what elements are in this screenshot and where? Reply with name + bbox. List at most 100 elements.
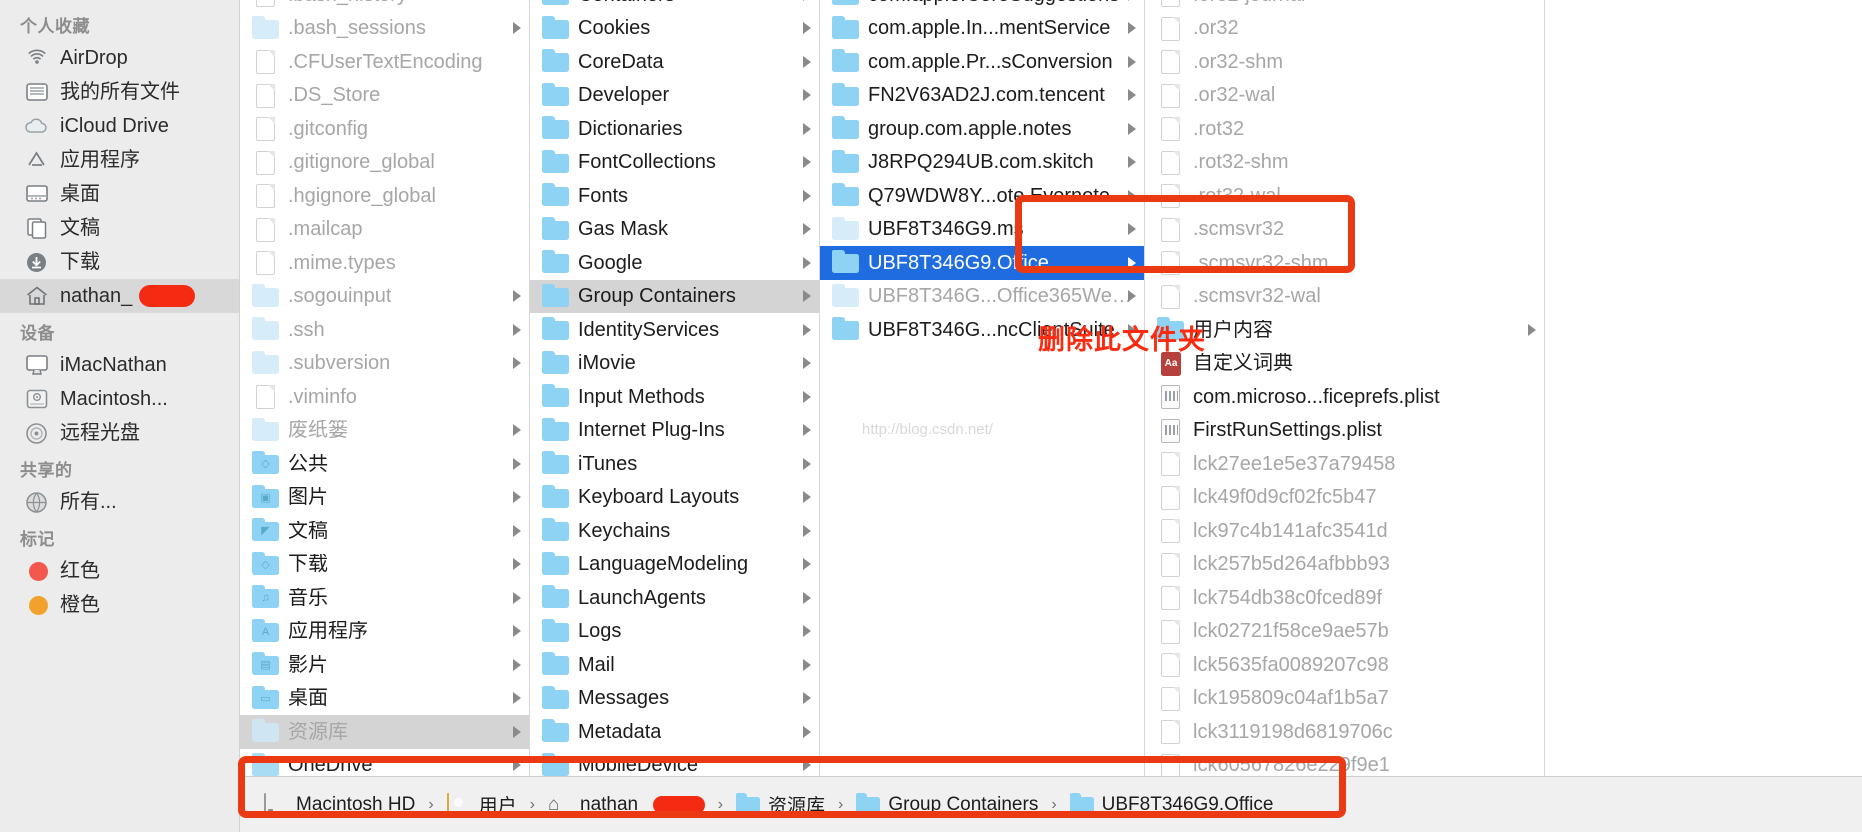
- file-list-item[interactable]: Keychains: [530, 514, 819, 548]
- file-list-item[interactable]: lck257b5d264afbbb93: [1145, 548, 1544, 582]
- breadcrumb-item[interactable]: ⌂ nathan_: [548, 794, 705, 816]
- file-list-item[interactable]: IdentityServices: [530, 313, 819, 347]
- file-list-item[interactable]: .rot32-wal: [1145, 179, 1544, 213]
- file-list-item[interactable]: Gas Mask: [530, 213, 819, 247]
- chevron-right-icon[interactable]: [803, 89, 811, 102]
- file-list-item[interactable]: ▭ 桌面: [240, 682, 529, 716]
- file-list-item[interactable]: group.com.apple.notes: [820, 112, 1144, 146]
- chevron-right-icon[interactable]: [1128, 189, 1136, 202]
- file-list-item[interactable]: UBF8T346G...Office365Webkit: [820, 280, 1144, 314]
- file-list-item[interactable]: Messages: [530, 682, 819, 716]
- file-list-item[interactable]: Developer: [530, 79, 819, 113]
- finder-sidebar[interactable]: 个人收藏 AirDrop 我的所有文件 iCloud Drive 应用程序 桌面 文稿 下载 n…: [0, 0, 240, 832]
- chevron-right-icon[interactable]: [803, 457, 811, 470]
- file-list-item[interactable]: Input Methods: [530, 380, 819, 414]
- chevron-right-icon[interactable]: [513, 290, 521, 303]
- chevron-right-icon[interactable]: [513, 725, 521, 738]
- file-list-item[interactable]: .rot32: [1145, 112, 1544, 146]
- chevron-right-icon[interactable]: [803, 759, 811, 772]
- file-list-item[interactable]: Fonts: [530, 179, 819, 213]
- file-list-item[interactable]: FirstRunSettings.plist: [1145, 414, 1544, 448]
- file-list-item[interactable]: .ssh: [240, 313, 529, 347]
- breadcrumb-item[interactable]: Group Containers: [856, 792, 1038, 816]
- chevron-right-icon[interactable]: [803, 223, 811, 236]
- file-list-item[interactable]: Containers: [530, 0, 819, 12]
- file-list-item[interactable]: Metadata: [530, 715, 819, 749]
- sidebar-item-macintosh-[interactable]: Macintosh...: [0, 382, 239, 416]
- sidebar-item-airdrop[interactable]: AirDrop: [0, 41, 239, 75]
- file-list-item[interactable]: ▤ 影片: [240, 648, 529, 682]
- sidebar-item-imacnathan[interactable]: iMacNathan: [0, 348, 239, 382]
- file-list-item[interactable]: .bash_sessions: [240, 12, 529, 46]
- chevron-right-icon[interactable]: [803, 725, 811, 738]
- sidebar-item--[interactable]: 我的所有文件: [0, 75, 239, 109]
- library-column[interactable]: Containers Cookies CoreData Developer Dictio…: [530, 0, 820, 832]
- path-bar[interactable]: Macintosh HD › 用户 › ⌂ nathan_ › 资源库 › Group Conta…: [240, 776, 1862, 832]
- office-folder-column[interactable]: .or32-journal .or32 .or32-shm .or32-wal .rot…: [1145, 0, 1545, 832]
- file-list-item[interactable]: FN2V63AD2J.com.tencent: [820, 79, 1144, 113]
- sidebar-item--[interactable]: 应用程序: [0, 143, 239, 177]
- file-list-item[interactable]: Google: [530, 246, 819, 280]
- chevron-right-icon[interactable]: [803, 591, 811, 604]
- chevron-right-icon[interactable]: [513, 692, 521, 705]
- file-list-item[interactable]: Internet Plug-Ins: [530, 414, 819, 448]
- chevron-right-icon[interactable]: [1528, 323, 1536, 336]
- breadcrumb-item[interactable]: UBF8T346G9.Office: [1069, 792, 1273, 816]
- sidebar-item-nathan-[interactable]: nathan_: [0, 279, 239, 313]
- chevron-right-icon[interactable]: [513, 357, 521, 370]
- file-list-item[interactable]: CoreData: [530, 45, 819, 79]
- chevron-right-icon[interactable]: [803, 524, 811, 537]
- file-list-item[interactable]: LaunchAgents: [530, 581, 819, 615]
- group-containers-column[interactable]: com.apple.CoreSuggestions com.apple.In...…: [820, 0, 1145, 832]
- breadcrumb-item[interactable]: 资源库: [736, 791, 825, 818]
- chevron-right-icon[interactable]: [803, 658, 811, 671]
- file-list-item[interactable]: LanguageModeling: [530, 548, 819, 582]
- breadcrumb-item[interactable]: Macintosh HD: [264, 792, 415, 816]
- chevron-right-icon[interactable]: [513, 625, 521, 638]
- file-list-item[interactable]: .gitignore_global: [240, 146, 529, 180]
- file-list-item[interactable]: ◤ 文稿: [240, 514, 529, 548]
- chevron-right-icon[interactable]: [803, 390, 811, 403]
- chevron-right-icon[interactable]: [803, 156, 811, 169]
- sidebar-item--[interactable]: 下载: [0, 245, 239, 279]
- file-list-item[interactable]: ◇ 下载: [240, 548, 529, 582]
- file-list-item[interactable]: J8RPQ294UB.com.skitch: [820, 146, 1144, 180]
- file-list-item[interactable]: .CFUserTextEncoding: [240, 45, 529, 79]
- sidebar-item--[interactable]: 桌面: [0, 177, 239, 211]
- file-list-item[interactable]: lck97c4b141afc3541d: [1145, 514, 1544, 548]
- chevron-right-icon[interactable]: [803, 323, 811, 336]
- sidebar-item--[interactable]: 远程光盘: [0, 416, 239, 450]
- chevron-right-icon[interactable]: [803, 290, 811, 303]
- file-list-item[interactable]: .or32-wal: [1145, 79, 1544, 113]
- chevron-right-icon[interactable]: [803, 256, 811, 269]
- file-list-item[interactable]: .gitconfig: [240, 112, 529, 146]
- file-list-item[interactable]: Mail: [530, 648, 819, 682]
- chevron-right-icon[interactable]: [1128, 22, 1136, 35]
- chevron-right-icon[interactable]: [513, 558, 521, 571]
- chevron-right-icon[interactable]: [803, 491, 811, 504]
- file-list-item[interactable]: UBF8T346G9.ms: [820, 213, 1144, 247]
- file-list-item[interactable]: lck49f0d9cf02fc5b47: [1145, 481, 1544, 515]
- file-list-item[interactable]: com.apple.Pr...sConversion: [820, 45, 1144, 79]
- breadcrumb-item[interactable]: 用户: [446, 791, 517, 818]
- file-list-item[interactable]: Cookies: [530, 12, 819, 46]
- file-list-item[interactable]: .mime.types: [240, 246, 529, 280]
- file-list-item[interactable]: UBF8T346G9.Office: [820, 246, 1144, 280]
- file-list-item[interactable]: 废纸篓: [240, 414, 529, 448]
- chevron-right-icon[interactable]: [513, 22, 521, 35]
- chevron-right-icon[interactable]: [513, 457, 521, 470]
- chevron-right-icon[interactable]: [803, 424, 811, 437]
- file-list-item[interactable]: .sogouinput: [240, 280, 529, 314]
- file-list-item[interactable]: .mailcap: [240, 213, 529, 247]
- file-list-item[interactable]: ◇ 公共: [240, 447, 529, 481]
- file-list-item[interactable]: Keyboard Layouts: [530, 481, 819, 515]
- file-list-item[interactable]: iTunes: [530, 447, 819, 481]
- chevron-right-icon[interactable]: [803, 692, 811, 705]
- chevron-right-icon[interactable]: [803, 625, 811, 638]
- file-list-item[interactable]: .scmsvr32: [1145, 213, 1544, 247]
- sidebar-item-icloud-drive[interactable]: iCloud Drive: [0, 109, 239, 143]
- file-list-item[interactable]: .bash_history: [240, 0, 529, 12]
- file-list-item[interactable]: 资源库: [240, 715, 529, 749]
- file-list-item[interactable]: .hgignore_global: [240, 179, 529, 213]
- file-list-item[interactable]: Group Containers: [530, 279, 819, 313]
